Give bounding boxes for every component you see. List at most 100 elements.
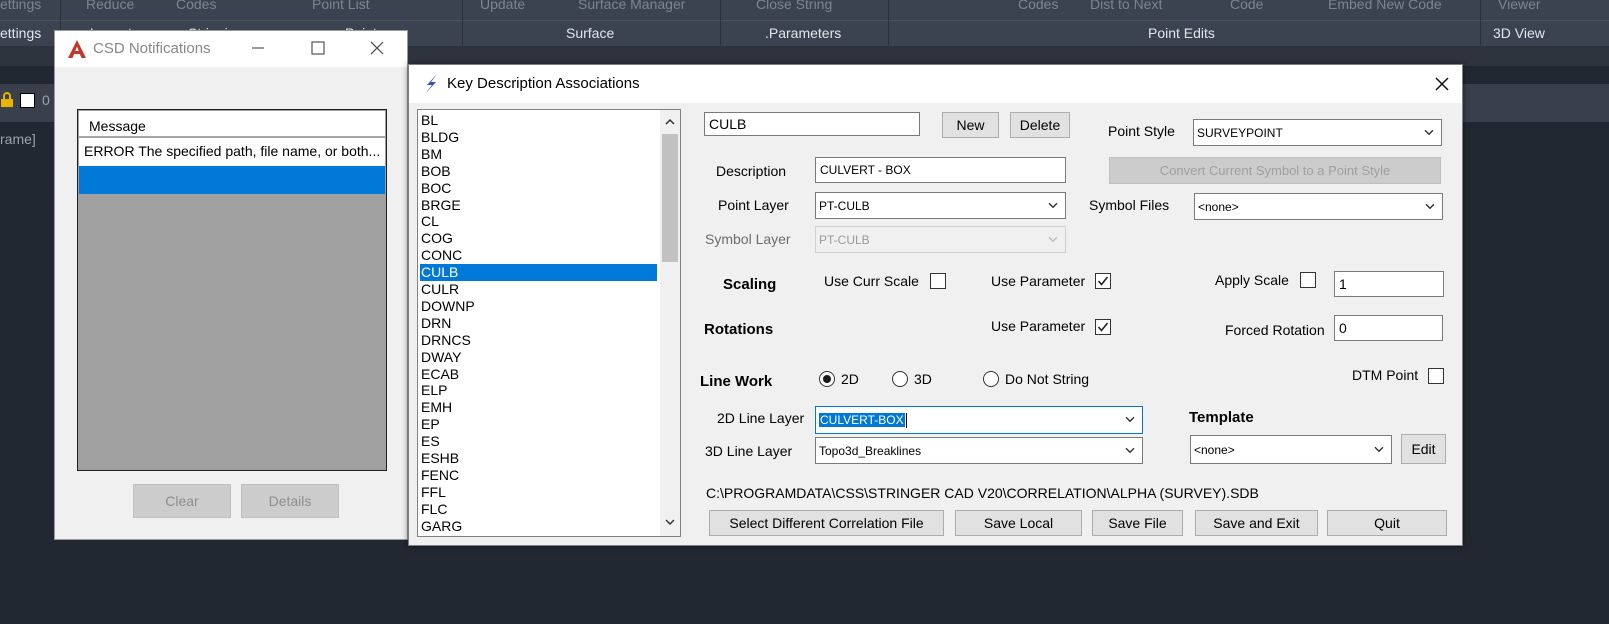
forced-rotation-field[interactable]: 0 [1334, 315, 1443, 341]
clear-button[interactable]: Clear [133, 484, 231, 518]
radio-do-not-string[interactable] [983, 371, 999, 387]
description-field[interactable]: CULVERT - BOX [815, 157, 1066, 183]
minimize-icon[interactable] [249, 39, 267, 57]
message-column-header[interactable]: Message [79, 111, 385, 137]
key-list-item[interactable]: EP [420, 416, 657, 433]
scroll-thumb[interactable] [662, 134, 678, 262]
save-and-exit-button[interactable]: Save and Exit [1195, 510, 1318, 536]
key-list-item[interactable]: ELP [420, 382, 657, 399]
symbol-files-value: <none> [1198, 199, 1239, 214]
key-code-list[interactable]: BL BLDG BM BOB BOC BRGE CL COG CONC CULB CULR DOWNP… [417, 109, 681, 537]
message-list[interactable]: Message ERROR The specified path, file n… [77, 109, 387, 471]
ribbon-item[interactable]: Reduce [86, 0, 134, 12]
forced-rotation-label: Forced Rotation [1225, 322, 1325, 338]
ribbon-item[interactable]: Codes [1018, 0, 1058, 12]
new-button[interactable]: New [942, 112, 999, 138]
save-local-button[interactable]: Save Local [955, 510, 1082, 536]
scaling-use-parameter-checkbox[interactable] [1095, 273, 1111, 289]
layer-color-swatch[interactable] [20, 93, 35, 108]
key-list-item[interactable]: FENC [420, 467, 657, 484]
convert-symbol-button[interactable]: Convert Current Symbol to a Point Style [1109, 157, 1441, 184]
ribbon-panel-label[interactable]: Point Edits [1148, 25, 1215, 41]
template-edit-button[interactable]: Edit [1401, 434, 1446, 464]
key-list-item[interactable]: FFL [420, 484, 657, 501]
apply-scale-checkbox[interactable] [1300, 272, 1316, 288]
point-layer-dropdown[interactable]: PT-CULB [815, 192, 1066, 219]
2d-line-layer-value: CULVERT-BOX [819, 413, 905, 427]
maximize-icon[interactable] [309, 39, 327, 57]
select-correlation-file-button[interactable]: Select Different Correlation File [709, 510, 944, 536]
key-list-item[interactable]: BOC [420, 180, 657, 197]
chevron-down-icon [1372, 442, 1386, 456]
ribbon-item[interactable]: Update [480, 0, 525, 12]
message-row-selected[interactable] [79, 166, 385, 194]
key-list-item[interactable]: ECAB [420, 366, 657, 383]
2d-line-layer-dropdown[interactable]: CULVERT-BOX [815, 406, 1143, 434]
3d-line-layer-label: 3D Line Layer [705, 443, 793, 459]
key-list-item[interactable]: ESHB [420, 450, 657, 467]
use-curr-scale-checkbox[interactable] [930, 273, 946, 289]
key-list-item[interactable]: GARG [420, 518, 657, 535]
list-scrollbar[interactable] [660, 110, 680, 536]
key-list-item[interactable]: CULR [420, 281, 657, 298]
scroll-down-icon[interactable] [663, 515, 677, 529]
ribbon-item[interactable]: ettings [0, 0, 41, 12]
key-list-item[interactable]: CONC [420, 247, 657, 264]
key-list-item[interactable]: BOB [420, 163, 657, 180]
delete-button[interactable]: Delete [1010, 112, 1070, 138]
ribbon-item[interactable]: Embed New Code [1328, 0, 1442, 12]
message-row[interactable]: ERROR The specified path, file name, or … [79, 138, 385, 166]
key-list-item[interactable]: BRGE [420, 197, 657, 214]
point-layer-value: PT-CULB [819, 198, 870, 213]
3d-line-layer-dropdown[interactable]: Topo3d_Breaklines [815, 437, 1143, 464]
radio-2d[interactable] [819, 371, 835, 387]
key-list-item[interactable]: BLDG [420, 129, 657, 146]
key-list-item[interactable]: DRN [420, 315, 657, 332]
ribbon-item[interactable]: Surface Manager [578, 0, 685, 12]
key-list-item[interactable]: DRNCS [420, 332, 657, 349]
rotation-use-parameter-checkbox[interactable] [1095, 319, 1111, 335]
csd-notifications-window: CSD Notifications Message ERROR The spec… [54, 30, 408, 540]
close-icon[interactable] [1432, 74, 1452, 94]
point-style-dropdown[interactable]: SURVEYPOINT [1193, 119, 1442, 146]
ribbon-item[interactable]: Dist to Next [1090, 0, 1162, 12]
key-list-item[interactable]: EMH [420, 399, 657, 416]
code-field[interactable]: CULB [704, 112, 920, 136]
key-list-item-selected[interactable]: CULB [420, 264, 657, 282]
ribbon-item[interactable]: Point List [312, 0, 370, 12]
template-dropdown[interactable]: <none> [1190, 435, 1392, 464]
symbol-layer-dropdown[interactable]: PT-CULB [815, 226, 1066, 253]
ribbon-panel-label[interactable]: Surface [566, 25, 614, 41]
key-list-item[interactable]: COG [420, 230, 657, 247]
key-list-item[interactable]: CL [420, 213, 657, 230]
save-file-button[interactable]: Save File [1092, 510, 1183, 536]
title-bar[interactable]: CSD Notifications [55, 31, 407, 67]
dtm-point-checkbox[interactable] [1428, 368, 1444, 384]
key-list-item[interactable]: BM [420, 146, 657, 163]
key-list-item[interactable]: ES [420, 433, 657, 450]
ribbon-item[interactable]: Viewer [1498, 0, 1541, 12]
radio-3d[interactable] [892, 371, 908, 387]
ribbon-panel-label[interactable]: ettings [0, 25, 41, 41]
close-icon[interactable] [368, 39, 386, 57]
scroll-up-icon[interactable] [663, 115, 677, 129]
key-list-item[interactable]: BL [420, 112, 657, 129]
ribbon-item[interactable]: Codes [176, 0, 216, 12]
ribbon-panel-label[interactable]: .Parameters [765, 25, 841, 41]
ribbon-item[interactable]: Code [1230, 0, 1263, 12]
quit-button[interactable]: Quit [1327, 510, 1447, 536]
key-list-item[interactable]: DWAY [420, 349, 657, 366]
apply-scale-field[interactable]: 1 [1334, 271, 1444, 297]
use-curr-scale-label: Use Curr Scale [824, 273, 919, 289]
key-list-item[interactable]: DOWNP [420, 298, 657, 315]
ribbon-panel-label[interactable]: 3D View [1493, 25, 1545, 41]
symbol-files-dropdown[interactable]: <none> [1194, 193, 1443, 220]
cad-ribbon-top: ettings Reduce Codes Point List Update S… [0, 0, 1609, 20]
title-bar[interactable]: Key Description Associations [409, 65, 1462, 103]
details-button[interactable]: Details [241, 484, 339, 518]
lock-icon[interactable] [0, 92, 14, 108]
command-line-text: rame] [0, 131, 36, 147]
ribbon-item[interactable]: Close String [756, 0, 832, 12]
layer-number: 0 [42, 92, 50, 108]
key-list-item[interactable]: FLC [420, 501, 657, 518]
